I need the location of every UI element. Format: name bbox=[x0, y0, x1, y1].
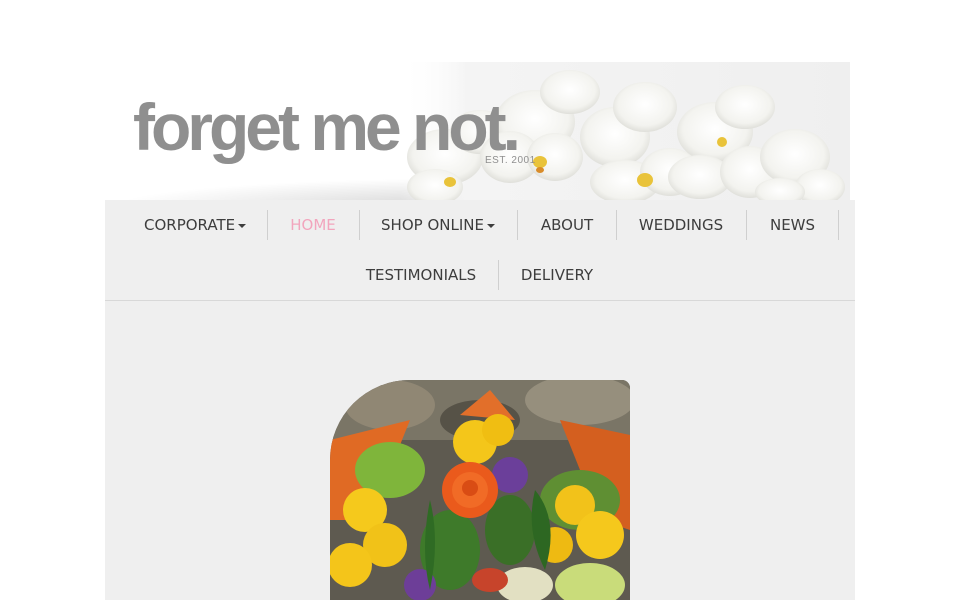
nav-item-label: NEWS bbox=[769, 216, 816, 234]
nav-item-label: SHOP ONLINE bbox=[381, 216, 484, 234]
nav-separator bbox=[838, 210, 839, 240]
nav-item-label: TESTIMONIALS bbox=[365, 266, 477, 284]
nav-separator bbox=[517, 210, 518, 240]
nav-item-label: CORPORATE bbox=[144, 216, 236, 234]
bouquet-photo bbox=[330, 380, 630, 600]
nav-item-label: HOME bbox=[290, 216, 336, 234]
site-header: forget me not. EST. 2001 bbox=[105, 62, 855, 208]
nav-item-corporate[interactable]: CORPORATE bbox=[144, 200, 247, 250]
nav-row-2: TESTIMONIALS DELIVERY bbox=[105, 250, 855, 300]
nav-item-label: DELIVERY bbox=[520, 266, 594, 284]
nav-item-label: ABOUT bbox=[540, 216, 594, 234]
site-logo[interactable]: forget me not. bbox=[133, 92, 521, 162]
nav-separator bbox=[616, 210, 617, 240]
nav-separator bbox=[746, 210, 747, 240]
nav-item-label: WEDDINGS bbox=[638, 216, 724, 234]
nav-item-news[interactable]: NEWS bbox=[765, 200, 820, 250]
nav-item-about[interactable]: ABOUT bbox=[535, 200, 599, 250]
caret-down-icon bbox=[238, 223, 247, 228]
nav-item-home[interactable]: HOME bbox=[283, 200, 343, 250]
nav-separator bbox=[359, 210, 360, 240]
nav-row-1: CORPORATE HOME SHOP ONLINE ABOUT WEDDING… bbox=[105, 200, 855, 250]
nav-item-shop-online[interactable]: SHOP ONLINE bbox=[381, 200, 495, 250]
flower-bouquet-image[interactable] bbox=[330, 380, 630, 600]
nav-item-weddings[interactable]: WEDDINGS bbox=[635, 200, 727, 250]
nav-separator bbox=[498, 260, 499, 290]
caret-down-icon bbox=[486, 223, 495, 228]
established-label: EST. 2001 bbox=[485, 155, 536, 166]
nav-item-testimonials[interactable]: TESTIMONIALS bbox=[363, 250, 479, 300]
nav-item-delivery[interactable]: DELIVERY bbox=[517, 250, 597, 300]
main-navigation: CORPORATE HOME SHOP ONLINE ABOUT WEDDING… bbox=[105, 200, 855, 301]
nav-separator bbox=[267, 210, 268, 240]
main-content bbox=[105, 301, 855, 600]
